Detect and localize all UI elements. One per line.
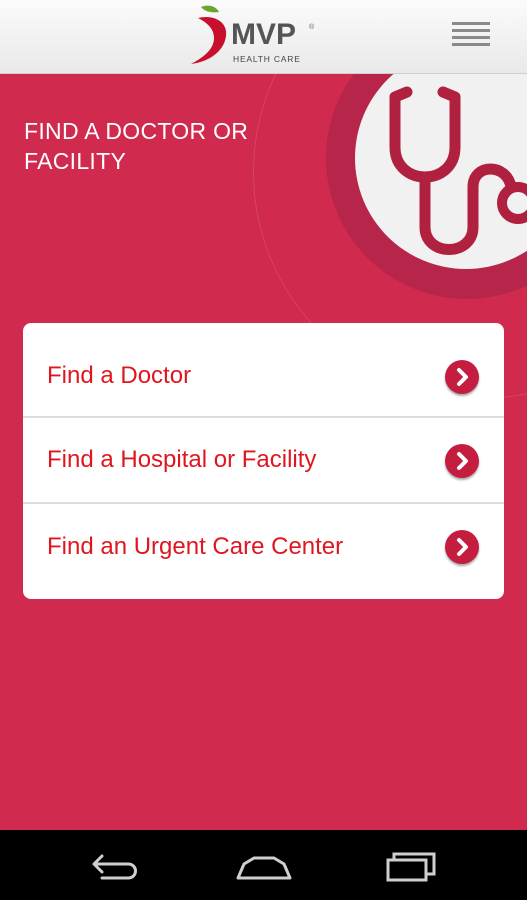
app-header: MVP ® HEALTH CARE	[0, 0, 527, 74]
find-urgent-care-row[interactable]: Find an Urgent Care Center	[23, 504, 504, 599]
logo-mark-icon	[191, 5, 227, 64]
find-hospital-label: Find a Hospital or Facility	[47, 446, 317, 473]
logo-subtitle: HEALTH CARE	[233, 54, 301, 64]
system-navigation-bar	[0, 830, 527, 900]
stethoscope-icon	[389, 86, 527, 255]
chevron-right-icon[interactable]	[445, 530, 479, 564]
options-card: Find a Doctor Find a Hospital or Facilit…	[23, 323, 504, 599]
recent-apps-icon[interactable]	[384, 846, 444, 886]
chevron-right-icon[interactable]	[445, 444, 479, 478]
chevron-right-icon[interactable]	[445, 360, 479, 394]
back-icon[interactable]	[88, 846, 148, 886]
hamburger-menu-icon[interactable]	[452, 22, 490, 52]
page-title: FIND A DOCTOR OR FACILITY	[24, 118, 249, 174]
logo-registered-mark: ®	[309, 24, 315, 31]
find-urgent-care-label: Find an Urgent Care Center	[47, 533, 344, 560]
mvp-logo: MVP ® HEALTH CARE	[188, 4, 328, 68]
home-icon[interactable]	[234, 846, 294, 886]
find-doctor-label: Find a Doctor	[47, 362, 192, 389]
find-doctor-row[interactable]: Find a Doctor	[23, 323, 504, 418]
find-hospital-row[interactable]: Find a Hospital or Facility	[23, 418, 504, 504]
logo-text: MVP	[231, 18, 297, 51]
